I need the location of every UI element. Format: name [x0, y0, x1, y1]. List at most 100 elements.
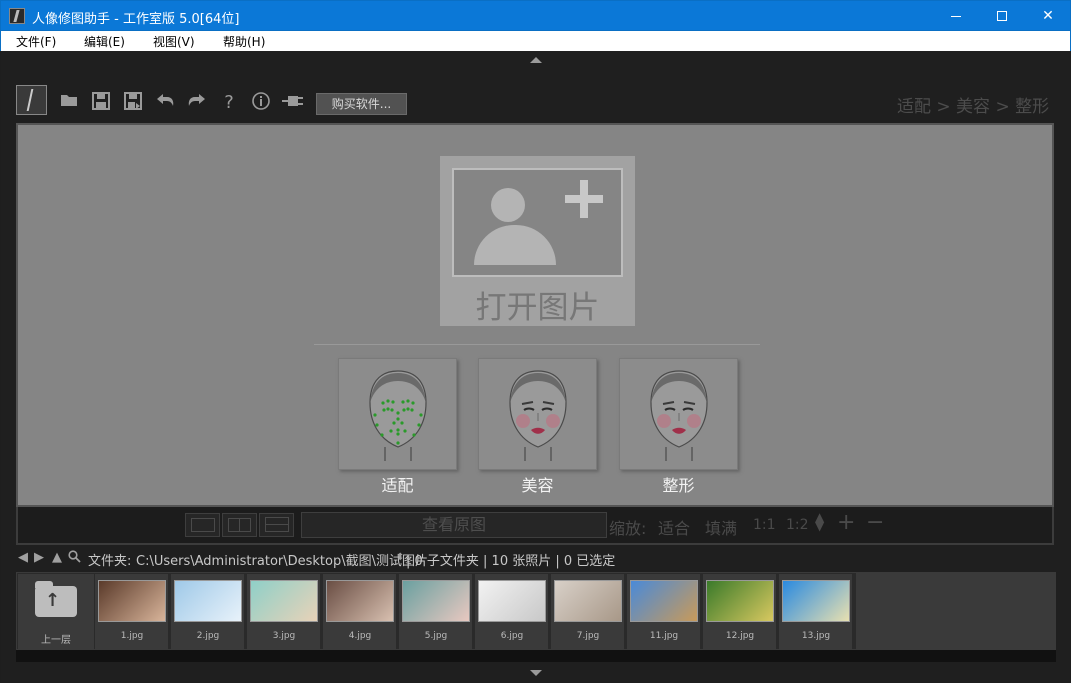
plugin-icon[interactable]: [282, 92, 304, 114]
thumbnail-filename: 7.jpg: [576, 631, 600, 641]
search-icon[interactable]: [68, 550, 81, 567]
buy-software-button[interactable]: 购买软件...: [316, 93, 407, 115]
open-image-label: 打开图片: [475, 290, 600, 326]
thumbnail-filename: 1.jpg: [120, 631, 144, 641]
thumbnail-item[interactable]: 13.jpg: [779, 574, 853, 649]
face-landmarks-icon: [369, 370, 427, 461]
open-image-button[interactable]: 打开图片: [440, 156, 635, 326]
thumbnail-filename: 4.jpg: [348, 631, 372, 641]
zoom-1-1-button[interactable]: 1:1: [753, 517, 776, 533]
view-controls: 查看原图 缩放: 适合 填满 1:1 1:2 ▲ ▼ + −: [16, 507, 1054, 545]
redo-icon[interactable]: [186, 92, 208, 114]
thumbnail-item[interactable]: 3.jpg: [247, 574, 321, 649]
single-view-button[interactable]: [185, 513, 220, 537]
face-reshape-icon: [650, 370, 708, 461]
minimize-icon: [951, 15, 961, 17]
path-bar: ◀ ▶ ▲ 文件夹: C:\Users\Administrator\Deskto…: [16, 550, 1056, 569]
folder-label: 文件夹:: [88, 554, 132, 569]
back-arrow-icon[interactable]: ◀: [18, 550, 28, 565]
split-vertical-button[interactable]: [222, 513, 257, 537]
zoom-in-button[interactable]: +: [837, 510, 855, 535]
mode-reshape-label: 整形: [662, 476, 695, 495]
thumbnail-filename: 6.jpg: [500, 631, 524, 641]
menu-help[interactable]: 帮助(H): [223, 33, 265, 50]
thumbnail-item[interactable]: 6.jpg: [475, 574, 549, 649]
thumbnail-item[interactable]: 2.jpg: [171, 574, 245, 649]
menu-view[interactable]: 视图(V): [153, 33, 195, 50]
mode-fit-button[interactable]: [338, 358, 457, 470]
folder-stats: | 0 子文件夹 | 10 张照片 | 0 已选定: [406, 554, 616, 569]
help-icon[interactable]: ?: [218, 92, 240, 114]
zoom-spinner-icon[interactable]: ▲ ▼: [815, 511, 824, 532]
mode-reshape-button[interactable]: [619, 358, 738, 470]
save-icon[interactable]: [90, 92, 112, 114]
thumbnail-strip: ↑ 上一层 1.jpg 2.jpg 3.jpg 4.jpg 5.jpg 6.jpg 7.jp…: [16, 572, 1056, 650]
zoom-label: 缩放:: [609, 519, 647, 538]
menu-edit[interactable]: 编辑(E): [84, 33, 125, 50]
maximize-button[interactable]: [979, 1, 1025, 31]
folder-up-icon: ↑: [35, 581, 77, 617]
zoom-out-button[interactable]: −: [866, 510, 884, 535]
open-folder-icon[interactable]: [58, 92, 80, 114]
menu-file[interactable]: 文件(F): [16, 33, 56, 50]
thumbnail-item[interactable]: 7.jpg: [551, 574, 625, 649]
thumbnail-filename: 2.jpg: [196, 631, 220, 641]
zoom-1-2-select[interactable]: 1:2: [786, 517, 809, 533]
menu-bar: 文件(F) 编辑(E) 视图(V) 帮助(H): [0, 31, 1071, 51]
thumbnail-image: [326, 580, 394, 622]
thumbnail-filename: 11.jpg: [649, 631, 679, 641]
main-area: ? 购买软件... 适配 > 美容 > 整形 打开图片 适配 美容 整形 查看原…: [1, 51, 1070, 682]
face-makeup-icon: [509, 370, 567, 461]
view-original-button[interactable]: 查看原图: [301, 512, 607, 538]
close-icon: ✕: [1042, 8, 1054, 24]
close-button[interactable]: ✕: [1025, 1, 1071, 31]
title-bar: 人像修图助手 - 工作室版 5.0[64位] ✕: [0, 0, 1071, 31]
minimize-button[interactable]: [933, 1, 979, 31]
thumbnail-item[interactable]: 11.jpg: [627, 574, 701, 649]
save-as-icon[interactable]: [122, 92, 144, 114]
path-dropdown-icon[interactable]: ⬍: [396, 552, 404, 563]
app-icon: [9, 8, 25, 24]
thumbnail-image: [98, 580, 166, 622]
thumbnail-image: [630, 580, 698, 622]
thumbnail-item[interactable]: 12.jpg: [703, 574, 777, 649]
image-canvas[interactable]: 打开图片 适配 美容 整形: [16, 123, 1054, 507]
folder-path[interactable]: C:\Users\Administrator\Desktop\截图\测试图片: [136, 550, 428, 569]
parent-folder-button[interactable]: ↑ 上一层: [18, 574, 94, 649]
up-arrow-icon[interactable]: ▲: [52, 550, 62, 565]
mode-fit-label: 适配: [381, 476, 414, 495]
thumbnail-filename: 3.jpg: [272, 631, 296, 641]
logo-icon: [16, 85, 47, 115]
thumbnail-filename: 12.jpg: [725, 631, 755, 641]
collapse-down-icon[interactable]: [530, 670, 542, 676]
window-title: 人像修图助手 - 工作室版 5.0[64位]: [32, 12, 240, 27]
workflow-breadcrumb: 适配 > 美容 > 整形: [897, 97, 1050, 117]
thumbnail-image: [250, 580, 318, 622]
thumbnail-image: [706, 580, 774, 622]
parent-folder-label: 上一层: [41, 635, 71, 646]
thumbnail-image: [782, 580, 850, 622]
strip-scrollbar[interactable]: [16, 650, 1056, 662]
thumbnail-item[interactable]: 4.jpg: [323, 574, 397, 649]
thumbnail-filename: 13.jpg: [801, 631, 831, 641]
empty-strip-area: [856, 573, 1056, 649]
mode-beauty-button[interactable]: [478, 358, 597, 470]
collapse-up-icon[interactable]: [530, 57, 542, 63]
divider: [314, 344, 760, 345]
forward-arrow-icon[interactable]: ▶: [34, 550, 44, 565]
thumbnail-item[interactable]: 1.jpg: [95, 574, 169, 649]
undo-icon[interactable]: [154, 92, 176, 114]
thumbnail-filename: 5.jpg: [424, 631, 448, 641]
thumbnail-image: [478, 580, 546, 622]
mode-beauty-label: 美容: [521, 476, 554, 495]
maximize-icon: [997, 11, 1007, 21]
zoom-fit-button[interactable]: 适合: [658, 515, 690, 539]
zoom-fill-button[interactable]: 填满: [705, 515, 737, 539]
thumbnail-item[interactable]: 5.jpg: [399, 574, 473, 649]
thumbnail-image: [554, 580, 622, 622]
thumbnail-image: [174, 580, 242, 622]
split-horizontal-button[interactable]: [259, 513, 294, 537]
info-icon[interactable]: [250, 92, 272, 114]
add-photo-icon: [452, 168, 623, 277]
thumbnail-image: [402, 580, 470, 622]
